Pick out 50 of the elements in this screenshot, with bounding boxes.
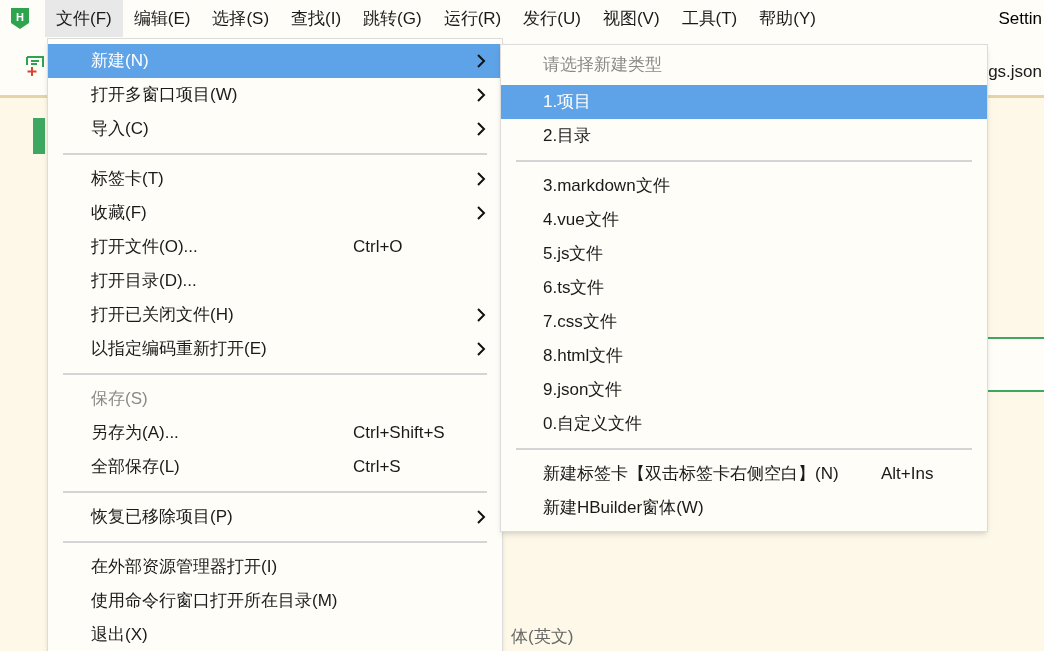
new-file-icon	[25, 55, 47, 77]
menu-entry[interactable]: 收藏(F)	[48, 196, 502, 230]
chevron-right-icon	[476, 53, 486, 69]
menu-entry[interactable]: 5.js文件	[501, 237, 987, 271]
setting-label: 体(英文)	[511, 626, 574, 648]
menu-item[interactable]: 选择(S)	[201, 0, 281, 37]
menu-entry[interactable]: 0.自定义文件	[501, 407, 987, 441]
chevron-right-icon	[476, 307, 486, 323]
menu-item[interactable]: 帮助(Y)	[748, 0, 827, 37]
menu-entry[interactable]: 2.目录	[501, 119, 987, 153]
window-title: Settin	[998, 7, 1043, 30]
menu-item[interactable]: 查找(I)	[280, 0, 353, 37]
menu-entry[interactable]: 打开目录(D)...	[48, 264, 502, 298]
menu-entry[interactable]: 7.css文件	[501, 305, 987, 339]
menu-entry[interactable]: 9.json文件	[501, 373, 987, 407]
menu-item[interactable]: 文件(F)	[45, 0, 123, 37]
menu-entry[interactable]: 8.html文件	[501, 339, 987, 373]
editor-tab[interactable]: gs.json	[988, 59, 1044, 85]
menu-item[interactable]: 发行(U)	[512, 0, 592, 37]
chevron-right-icon	[476, 87, 486, 103]
app-logo-icon: H	[10, 7, 30, 30]
menu-entry[interactable]: 新建标签卡【双击标签卡右侧空白】(N) Alt+Ins	[501, 457, 987, 491]
menu-entry[interactable]: 导入(C)	[48, 112, 502, 146]
menu-entry[interactable]: 退出(X)	[48, 618, 502, 651]
chevron-right-icon	[476, 205, 486, 221]
chevron-right-icon	[476, 171, 486, 187]
gutter-marker	[33, 118, 45, 154]
menu-entry[interactable]: 全部保存(L) Ctrl+S	[48, 450, 502, 484]
menu-entry[interactable]: 3.markdown文件	[501, 169, 987, 203]
menu-item[interactable]: 工具(T)	[670, 0, 749, 37]
menu-entry[interactable]: 使用命令行窗口打开所在目录(M)	[48, 584, 502, 618]
menu-entry[interactable]: 打开多窗口项目(W)	[48, 78, 502, 112]
chevron-right-icon	[476, 341, 486, 357]
submenu-header: 请选择新建类型	[542, 54, 663, 77]
menu-entry[interactable]: 以指定编码重新打开(E)	[48, 332, 502, 366]
chevron-right-icon	[476, 509, 486, 525]
menu-entry[interactable]: 新建HBuilder窗体(W)	[501, 491, 987, 525]
menu-entry[interactable]: 恢复已移除项目(P)	[48, 500, 502, 534]
menu-entry[interactable]: 4.vue文件	[501, 203, 987, 237]
menu-entry[interactable]: 标签卡(T)	[48, 162, 502, 196]
menu-entry[interactable]: 打开文件(O)... Ctrl+O	[48, 230, 502, 264]
menu-entry[interactable]: 在外部资源管理器打开(I)	[48, 550, 502, 584]
menu-item[interactable]: 运行(R)	[432, 0, 513, 37]
chevron-right-icon	[476, 121, 486, 137]
menu-item[interactable]: 编辑(E)	[122, 0, 202, 37]
menu-item[interactable]: 视图(V)	[591, 0, 671, 37]
menu-entry[interactable]: 6.ts文件	[501, 271, 987, 305]
menu-entry[interactable]: 打开已关闭文件(H)	[48, 298, 502, 332]
menu-entry[interactable]: 另存为(A)... Ctrl+Shift+S	[48, 416, 502, 450]
menu-item[interactable]: 跳转(G)	[352, 0, 433, 37]
